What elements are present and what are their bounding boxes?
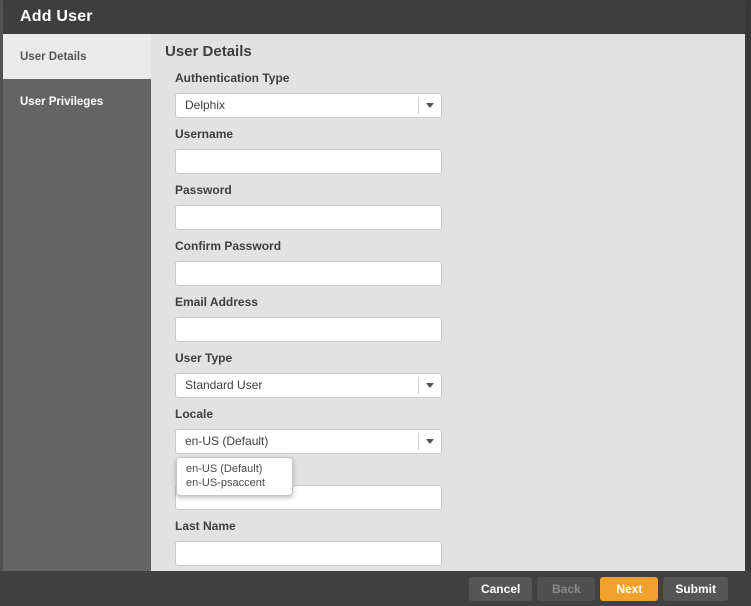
submit-button[interactable]: Submit xyxy=(663,576,728,601)
password-group: Password xyxy=(175,183,442,230)
sidebar-item-user-privileges[interactable]: User Privileges xyxy=(3,79,151,124)
password-field[interactable] xyxy=(175,205,442,230)
password-label: Password xyxy=(175,183,232,197)
locale-value: en-US (Default) xyxy=(185,434,269,448)
chevron-down-icon xyxy=(418,97,441,114)
back-button[interactable]: Back xyxy=(537,576,596,601)
dialog-title: Add User xyxy=(20,8,93,25)
username-label: Username xyxy=(175,127,234,141)
confirm-password-group: Confirm Password xyxy=(175,239,442,286)
chevron-down-icon xyxy=(418,433,441,450)
username-group: Username xyxy=(175,127,442,174)
email-address-group: Email Address xyxy=(175,295,442,342)
confirm-password-label: Confirm Password xyxy=(175,239,282,253)
locale-dropdown-menu: en-US (Default) en-US-psaccent xyxy=(176,457,293,496)
content-panel: User Details Authentication Type Delphix… xyxy=(151,34,745,571)
email-address-label: Email Address xyxy=(175,295,258,309)
username-field[interactable] xyxy=(175,149,442,174)
last-name-group: Last Name xyxy=(175,519,442,566)
locale-select[interactable]: en-US (Default) xyxy=(175,429,442,454)
dialog-header: Add User xyxy=(3,0,745,34)
user-details-form: Authentication Type Delphix Username Pas… xyxy=(175,71,442,566)
email-field[interactable] xyxy=(175,317,442,342)
user-type-select[interactable]: Standard User xyxy=(175,373,442,398)
authentication-type-select[interactable]: Delphix xyxy=(175,93,442,118)
locale-group: Locale en-US (Default) en-US (Default) e… xyxy=(175,407,442,496)
dialog-footer: Cancel Back Next Submit xyxy=(0,571,751,606)
authentication-type-value: Delphix xyxy=(185,98,226,112)
locale-option-en-us-psaccent[interactable]: en-US-psaccent xyxy=(177,476,292,490)
authentication-type-group: Authentication Type Delphix xyxy=(175,71,442,118)
sidebar-item-user-details[interactable]: User Details xyxy=(3,34,151,79)
chevron-down-icon xyxy=(418,377,441,394)
user-type-label: User Type xyxy=(175,351,233,365)
locale-option-en-us-default[interactable]: en-US (Default) xyxy=(177,462,292,476)
sidebar: User Details User Privileges xyxy=(3,34,151,571)
page-title: User Details xyxy=(165,43,252,60)
add-user-dialog: Add User User Details User Privileges Us… xyxy=(0,0,751,606)
locale-label: Locale xyxy=(175,407,214,421)
last-name-field[interactable] xyxy=(175,541,442,566)
cancel-button[interactable]: Cancel xyxy=(468,576,533,601)
last-name-label: Last Name xyxy=(175,519,236,533)
sidebar-item-label: User Privileges xyxy=(20,95,104,108)
sidebar-item-label: User Details xyxy=(20,50,87,63)
user-type-value: Standard User xyxy=(185,378,263,392)
authentication-type-label: Authentication Type xyxy=(175,71,290,85)
next-button[interactable]: Next xyxy=(600,576,659,601)
confirm-password-field[interactable] xyxy=(175,261,442,286)
user-type-group: User Type Standard User xyxy=(175,351,442,398)
